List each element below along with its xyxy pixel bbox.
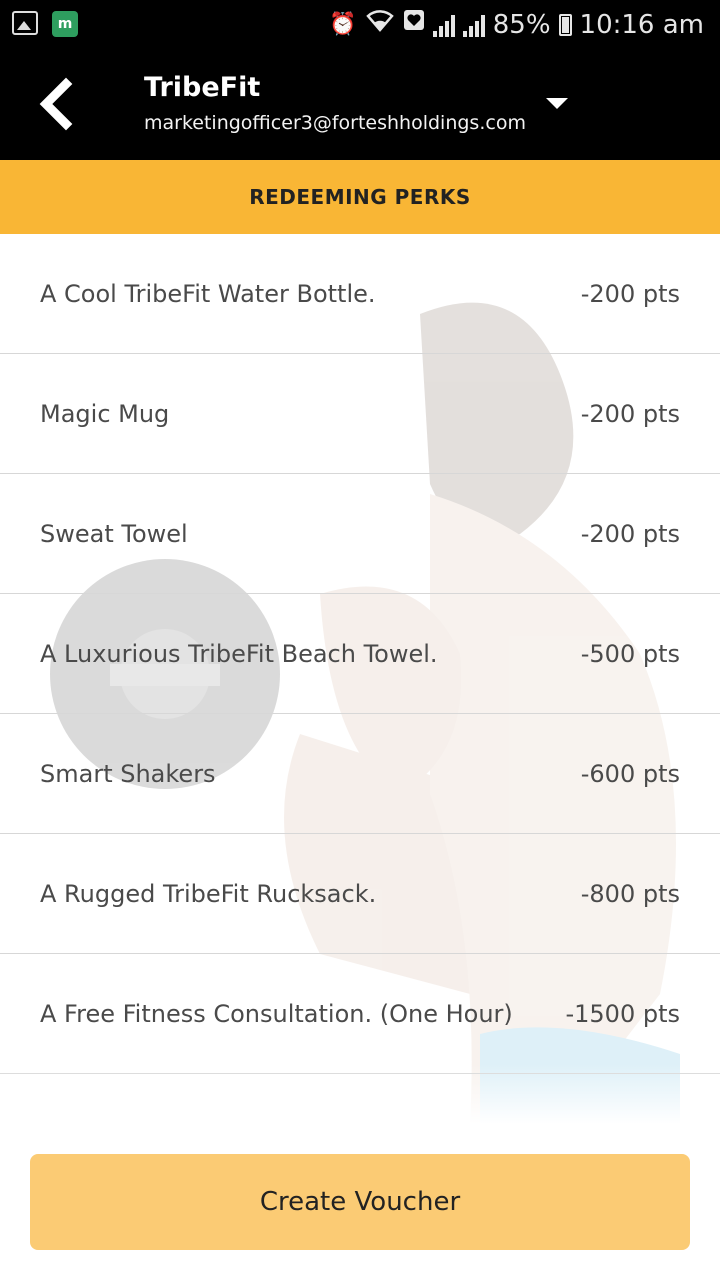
- signal-icon: [432, 13, 455, 37]
- notification-icon: [403, 9, 425, 40]
- chevron-left-icon: [39, 77, 73, 131]
- perk-name: Smart Shakers: [40, 759, 216, 788]
- status-bar: m ⏰ 85% 10:16 am: [0, 0, 720, 50]
- perk-row[interactable]: Smart Shakers -600 pts: [0, 714, 720, 834]
- perk-points: -1500 pts: [565, 999, 680, 1028]
- perk-row[interactable]: Magic Mug -200 pts: [0, 354, 720, 474]
- perk-row[interactable]: Sweat Towel -200 pts: [0, 474, 720, 594]
- m-app-icon: m: [52, 11, 78, 37]
- clock-time: 10:16 am: [579, 9, 704, 40]
- perk-points: -200 pts: [580, 399, 680, 428]
- perk-points: -200 pts: [580, 519, 680, 548]
- perk-row[interactable]: A Luxurious TribeFit Beach Towel. -500 p…: [0, 594, 720, 714]
- app-title: TribeFit: [144, 72, 261, 103]
- perk-name: Sweat Towel: [40, 519, 188, 548]
- perk-name: A Luxurious TribeFit Beach Towel.: [40, 639, 438, 668]
- back-button[interactable]: [30, 74, 86, 134]
- perk-name: A Rugged TribeFit Rucksack.: [40, 879, 377, 908]
- section-title: REDEEMING PERKS: [0, 160, 720, 234]
- list-fade: [0, 1064, 720, 1124]
- signal-icon-2: [462, 13, 485, 37]
- perk-row[interactable]: A Cool TribeFit Water Bottle. -200 pts: [0, 234, 720, 354]
- perk-name: A Free Fitness Consultation. (One Hour): [40, 999, 513, 1028]
- perk-row[interactable]: A Rugged TribeFit Rucksack. -800 pts: [0, 834, 720, 954]
- perk-name: A Cool TribeFit Water Bottle.: [40, 279, 376, 308]
- account-dropdown-button[interactable]: [540, 88, 576, 118]
- perks-list[interactable]: A Cool TribeFit Water Bottle. -200 pts M…: [0, 234, 720, 1124]
- battery-percent: 85%: [492, 9, 551, 40]
- perk-points: -200 pts: [580, 279, 680, 308]
- create-voucher-button[interactable]: Create Voucher: [30, 1154, 690, 1250]
- image-icon: [12, 11, 38, 35]
- perk-row[interactable]: A Free Fitness Consultation. (One Hour) …: [0, 954, 720, 1074]
- account-email: marketingofficer3@forteshholdings.com: [144, 112, 526, 134]
- perk-name: Magic Mug: [40, 399, 170, 428]
- battery-icon: [558, 13, 572, 36]
- perk-points: -500 pts: [580, 639, 680, 668]
- perk-points: -800 pts: [580, 879, 680, 908]
- perk-points: -600 pts: [580, 759, 680, 788]
- wifi-icon: [365, 8, 395, 41]
- app-header: TribeFit marketingofficer3@forteshholdin…: [0, 50, 720, 160]
- alarm-icon: ⏰: [329, 11, 357, 37]
